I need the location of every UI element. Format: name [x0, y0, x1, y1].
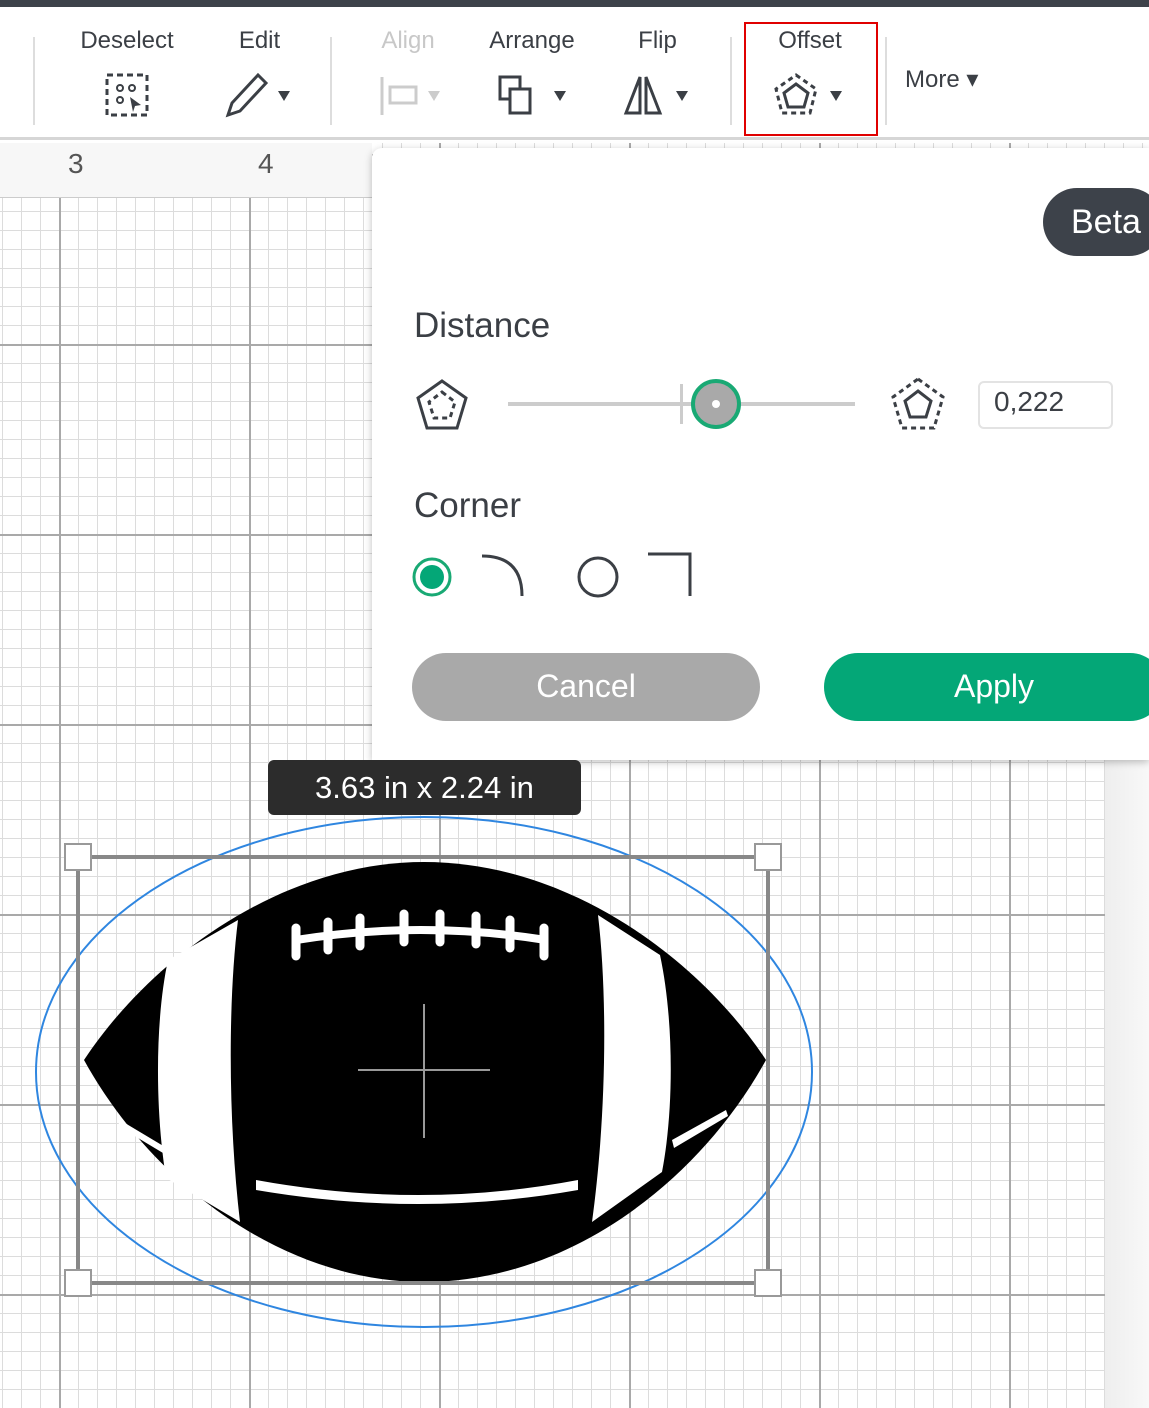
arrange-icon [498, 75, 566, 115]
more-label: More [905, 66, 960, 93]
flip-label: Flip [638, 27, 677, 54]
distance-input[interactable]: 0,222 [978, 381, 1113, 429]
top-bar [0, 0, 1149, 7]
ruler-mark: 4 [258, 148, 274, 179]
align-button[interactable]: Align [372, 27, 444, 119]
edit-button[interactable]: Edit [222, 27, 297, 119]
cancel-button[interactable]: Cancel [412, 653, 760, 721]
more-button[interactable]: More ▾ [905, 65, 978, 94]
ruler-mark: 3 [68, 148, 84, 179]
resize-handle-bl[interactable] [64, 1269, 92, 1297]
outset-pentagon-icon [891, 377, 945, 430]
arrange-button[interactable]: Arrange [482, 27, 582, 119]
slider-center-mark [680, 384, 683, 424]
flip-icon [623, 76, 688, 115]
canvas-edge [1105, 760, 1149, 1408]
ruler: 3 4 [0, 143, 372, 198]
corner-square-radio[interactable] [577, 556, 619, 598]
inset-pentagon-icon [416, 379, 468, 430]
divider [33, 37, 35, 125]
align-icon [380, 77, 440, 115]
edit-label: Edit [238, 27, 281, 54]
apply-button[interactable]: Apply [824, 653, 1149, 721]
deselect-icon [105, 73, 149, 117]
resize-handle-br[interactable] [754, 1269, 782, 1297]
arrange-label: Arrange [489, 27, 575, 54]
corner-rounded-radio[interactable] [412, 557, 452, 597]
offset-panel: Beta Distance 0,222 Corner Cancel Apply [372, 148, 1149, 760]
pencil-icon [225, 72, 290, 118]
deselect-label: Deselect [80, 27, 174, 54]
toolbar: Deselect Edit Align Arrange Flip Offset … [0, 7, 1149, 140]
resize-handle-tr[interactable] [754, 843, 782, 871]
divider [730, 37, 732, 125]
caret-down-icon: ▾ [966, 66, 979, 93]
divider [885, 37, 887, 125]
deselect-button[interactable]: Deselect [74, 27, 180, 119]
resize-handle-tl[interactable] [64, 843, 92, 871]
corner-label: Corner [414, 486, 521, 525]
flip-button[interactable]: Flip [620, 27, 695, 119]
align-label: Align [381, 27, 435, 54]
beta-badge: Beta [1043, 188, 1149, 256]
divider [330, 37, 332, 125]
square-corner-icon [648, 552, 692, 596]
selected-design[interactable] [0, 800, 840, 1340]
offset-highlight [744, 22, 878, 136]
rounded-corner-icon [481, 554, 524, 597]
distance-slider-thumb[interactable] [691, 379, 742, 429]
distance-label: Distance [414, 306, 551, 345]
